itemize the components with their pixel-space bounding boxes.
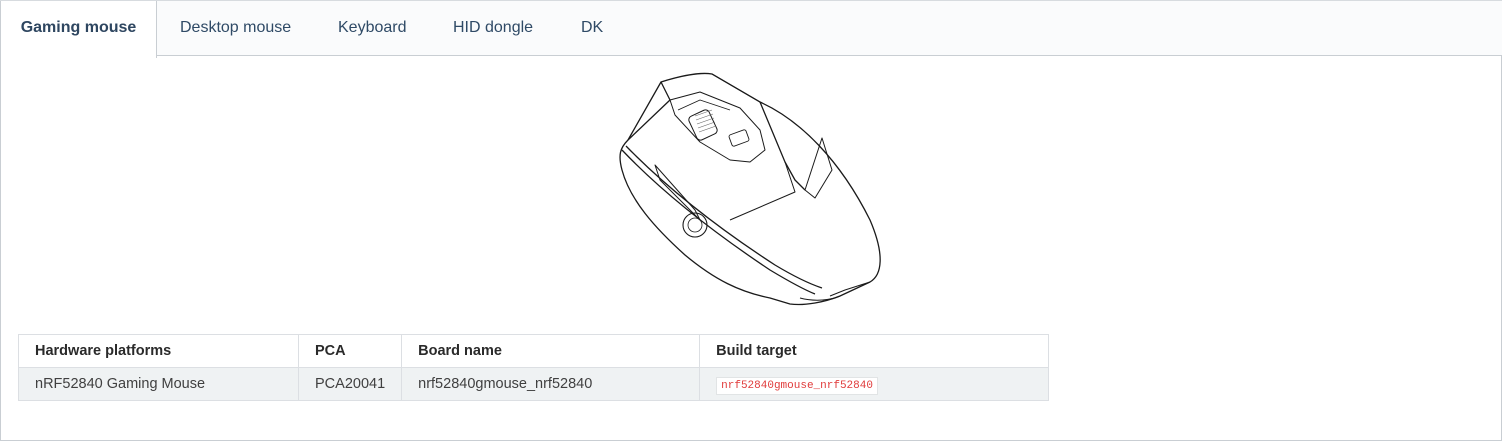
hardware-platforms-table: Hardware platforms PCA Board name Build … [18,334,1049,401]
tab-bar: Gaming mouse Desktop mouse Keyboard HID … [0,0,1502,58]
tab-desktop-mouse[interactable]: Desktop mouse [180,1,291,57]
column-header-build-target: Build target [699,334,1049,368]
cell-board-name: nrf52840gmouse_nrf52840 [401,367,701,401]
gaming-mouse-illustration [619,72,881,306]
column-header-board-name: Board name [401,334,701,368]
tab-gaming-mouse[interactable]: Gaming mouse [0,1,157,58]
cell-pca: PCA20041 [297,367,403,401]
cell-build-target: nrf52840gmouse_nrf52840 [699,367,1049,401]
tab-keyboard[interactable]: Keyboard [338,1,407,57]
cell-hardware-platform: nRF52840 Gaming Mouse [18,367,299,401]
build-target-code: nrf52840gmouse_nrf52840 [716,377,878,395]
column-header-hardware-platforms: Hardware platforms [18,334,299,368]
tab-hid-dongle[interactable]: HID dongle [453,1,533,57]
table-header-row: Hardware platforms PCA Board name Build … [18,334,1049,368]
column-header-pca: PCA [297,334,403,368]
table-row: nRF52840 Gaming Mouse PCA20041 nrf52840g… [18,367,1049,401]
tab-dk[interactable]: DK [581,1,603,57]
